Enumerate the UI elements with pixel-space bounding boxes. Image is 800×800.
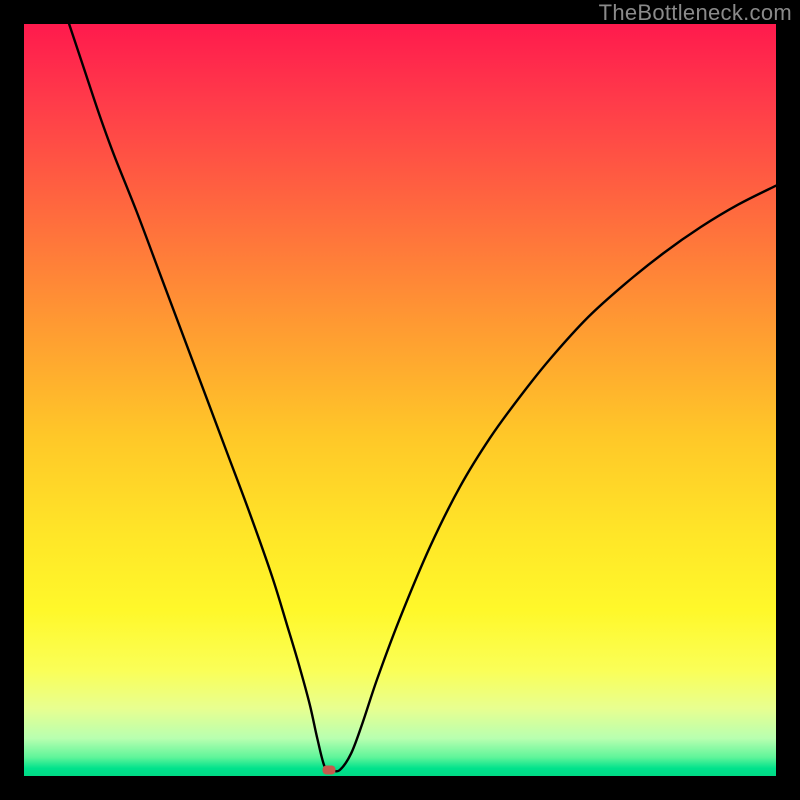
optimal-point-marker: [322, 765, 335, 774]
chart-frame: TheBottleneck.com: [0, 0, 800, 800]
plot-area: [24, 24, 776, 776]
bottleneck-curve: [24, 24, 776, 776]
attribution-watermark: TheBottleneck.com: [599, 0, 792, 26]
